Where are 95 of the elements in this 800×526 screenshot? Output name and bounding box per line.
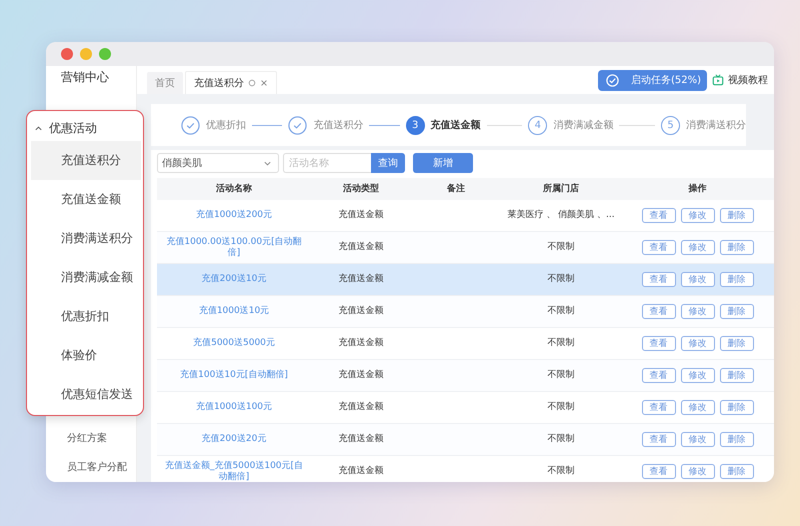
- table-cell: 不限制: [548, 402, 574, 412]
- table-cell: 充值送金额: [338, 306, 384, 316]
- tv-icon[interactable]: [712, 74, 724, 86]
- table-cell: 不限制: [548, 274, 574, 284]
- action-button[interactable]: 查看: [642, 368, 676, 383]
- action-button[interactable]: 修改: [680, 272, 714, 287]
- action-button[interactable]: 删除: [720, 464, 754, 479]
- action-button[interactable]: 查看: [642, 304, 676, 319]
- action-button[interactable]: 修改: [680, 208, 714, 223]
- activity-name-link[interactable]: 充值200送20元: [161, 434, 307, 445]
- menu-item[interactable]: 优惠短信发送: [31, 375, 141, 414]
- menu-item[interactable]: 充值送积分: [31, 141, 141, 180]
- tab[interactable]: 首页: [147, 72, 183, 94]
- store-select[interactable]: 俏颜美肌: [157, 153, 279, 173]
- step-number: 3: [406, 116, 425, 134]
- action-button[interactable]: 查看: [642, 208, 676, 223]
- action-button[interactable]: 删除: [720, 272, 754, 287]
- step-number: 5: [661, 116, 680, 134]
- table-cell: 不限制: [548, 466, 574, 476]
- table-cell: 充值送金额: [338, 210, 384, 220]
- action-button[interactable]: 删除: [720, 432, 754, 447]
- action-button[interactable]: 删除: [720, 336, 754, 351]
- action-button[interactable]: 删除: [720, 368, 754, 383]
- menu-group-header[interactable]: 优惠活动: [27, 115, 143, 141]
- step-label: 充值送金额: [430, 118, 481, 132]
- column-header: 活动名称: [215, 184, 253, 194]
- action-button[interactable]: 删除: [720, 304, 754, 319]
- column-header: 备注: [446, 184, 466, 194]
- activity-name-link[interactable]: 充值5000送5000元: [161, 338, 307, 349]
- step-number: 4: [528, 116, 548, 134]
- table-cell: 充值送金额: [338, 274, 384, 284]
- table-cell: 充值送金额: [338, 434, 384, 444]
- action-button[interactable]: 删除: [720, 240, 754, 255]
- video-tutorial-link[interactable]: 视频教程: [728, 73, 768, 87]
- action-button[interactable]: 删除: [720, 400, 754, 415]
- step-label: 优惠折扣: [206, 118, 246, 132]
- add-button[interactable]: 新增: [413, 153, 473, 173]
- close-window-icon[interactable]: [61, 48, 73, 60]
- action-button[interactable]: 修改: [680, 304, 714, 319]
- column-header: 所属门店: [542, 184, 580, 194]
- menu-item[interactable]: 消费满减金额: [31, 258, 141, 297]
- table-cell: 不限制: [548, 242, 574, 252]
- table-cell: 充值送金额: [338, 370, 384, 380]
- activity-name-link[interactable]: 充值1000.00送100.00元[自动翻倍]: [161, 236, 307, 258]
- activity-name-link[interactable]: 充值1000送10元: [161, 306, 307, 317]
- table-cell: 不限制: [548, 306, 574, 316]
- table-cell: 充值送金额: [338, 466, 384, 476]
- action-button[interactable]: 查看: [642, 432, 676, 447]
- menu-item[interactable]: 消费满送积分: [31, 219, 141, 258]
- sidebar-title: 营销中心: [60, 69, 110, 86]
- action-button[interactable]: 查看: [642, 336, 676, 351]
- column-header: 活动类型: [342, 184, 380, 194]
- check-circle-icon: [606, 74, 619, 86]
- close-icon[interactable]: [260, 79, 268, 87]
- action-button[interactable]: 查看: [642, 464, 676, 479]
- menu-item[interactable]: 充值送金额: [31, 180, 141, 219]
- search-button[interactable]: 查询: [371, 153, 405, 173]
- activity-name-link[interactable]: 充值100送10元[自动翻倍]: [161, 370, 307, 381]
- table-cell: 不限制: [548, 370, 574, 380]
- step-label: 消费满送积分: [686, 118, 746, 132]
- sidebar-item[interactable]: 员工客户分配: [46, 453, 136, 482]
- activity-name-link[interactable]: 充值1000送100元: [161, 402, 307, 413]
- maximize-window-icon[interactable]: [99, 48, 111, 60]
- action-button[interactable]: 修改: [680, 368, 714, 383]
- action-button[interactable]: 查看: [642, 400, 676, 415]
- table-row[interactable]: 充值200送10元 充值送金额 不限制 查看 修改 删除: [157, 264, 774, 296]
- table-cell: 充值送金额: [338, 242, 384, 252]
- activity-name-link[interactable]: 充值200送10元: [161, 274, 307, 285]
- table-cell: 莱美医疗 、 俏颜美肌 、...: [507, 210, 615, 220]
- table-row[interactable]: 充值送金额_充值5000送100元[自动翻倍] 充值送金额 不限制 查看 修改 删除: [157, 456, 774, 482]
- action-button[interactable]: 修改: [680, 464, 714, 479]
- table-cell: 充值送金额: [338, 402, 384, 412]
- action-button[interactable]: 修改: [680, 400, 714, 415]
- minimize-window-icon[interactable]: [80, 48, 92, 60]
- refresh-icon[interactable]: [248, 79, 256, 87]
- step-label: 充值送积分: [313, 118, 364, 132]
- action-button[interactable]: 查看: [642, 272, 676, 287]
- task-button[interactable]: 启动任务(52%): [598, 70, 707, 90]
- menu-item[interactable]: 体验价: [31, 336, 141, 375]
- table-cell: 不限制: [548, 338, 574, 348]
- tab[interactable]: 充值送积分: [185, 71, 277, 94]
- action-button[interactable]: 删除: [720, 208, 754, 223]
- action-button[interactable]: 查看: [642, 240, 676, 255]
- action-button[interactable]: 修改: [680, 336, 714, 351]
- activity-name-link[interactable]: 充值送金额_充值5000送100元[自动翻倍]: [161, 460, 307, 482]
- action-button[interactable]: 修改: [680, 240, 714, 255]
- action-button[interactable]: 修改: [680, 432, 714, 447]
- sidebar-item[interactable]: 分红方案: [46, 424, 136, 453]
- activity-name-link[interactable]: 充值1000送200元: [161, 210, 307, 221]
- column-header: 操作: [688, 184, 708, 194]
- name-search-field[interactable]: 活动名称: [283, 153, 371, 173]
- table-cell: 充值送金额: [338, 338, 384, 348]
- step-label: 消费满减金额: [553, 118, 614, 132]
- table-cell: 不限制: [548, 434, 574, 444]
- menu-item[interactable]: 优惠折扣: [31, 297, 141, 336]
